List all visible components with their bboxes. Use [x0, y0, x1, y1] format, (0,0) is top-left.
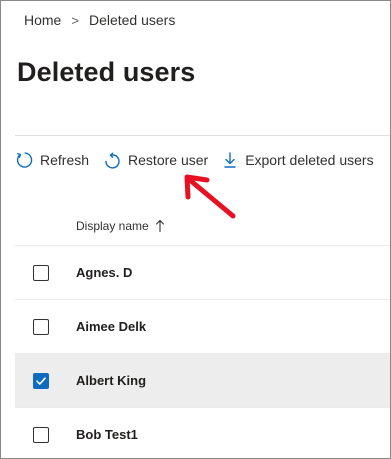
- export-deleted-users-button[interactable]: Export deleted users: [222, 151, 374, 169]
- table-row[interactable]: Aimee Delk: [15, 299, 390, 353]
- row-checkbox[interactable]: [33, 264, 49, 281]
- row-checkbox[interactable]: [33, 318, 49, 335]
- refresh-button[interactable]: Refresh: [15, 151, 89, 169]
- row-display-name: Bob Test1: [76, 427, 138, 442]
- breadcrumb-current: Deleted users: [88, 12, 176, 28]
- restore-icon: [105, 152, 120, 169]
- checkmark-icon: [36, 376, 46, 385]
- breadcrumb: Home > Deleted users: [24, 12, 175, 28]
- annotation-arrow-icon: [184, 174, 236, 219]
- row-display-name: Aimee Delk: [76, 319, 147, 334]
- row-display-name: Agnes. D: [76, 265, 133, 280]
- page-title: Deleted users: [17, 57, 196, 87]
- breadcrumb-separator: >: [71, 12, 79, 28]
- export-deleted-users-label: Export deleted users: [245, 152, 374, 168]
- row-display-name: Albert King: [76, 373, 147, 388]
- breadcrumb-home-link[interactable]: Home: [24, 12, 61, 28]
- download-icon: [224, 152, 236, 168]
- restore-user-button[interactable]: Restore user: [103, 151, 208, 169]
- row-checkbox[interactable]: [33, 426, 49, 443]
- refresh-icon: [16, 152, 33, 168]
- display-name-header-label: Display name: [76, 219, 149, 233]
- refresh-label: Refresh: [40, 152, 90, 168]
- table-row[interactable]: Bob Test1: [15, 407, 390, 458]
- row-checkbox-checked[interactable]: [33, 372, 49, 389]
- sort-ascending-icon: [155, 219, 164, 233]
- table-row[interactable]: Agnes. D: [15, 245, 390, 299]
- restore-user-label: Restore user: [128, 152, 209, 168]
- command-bar-divider: [15, 135, 390, 136]
- deleted-users-panel: Home > Deleted users Deleted users Refre…: [0, 0, 391, 459]
- display-name-column-header[interactable]: Display name: [76, 219, 165, 233]
- table-row-selected[interactable]: Albert King: [15, 353, 390, 407]
